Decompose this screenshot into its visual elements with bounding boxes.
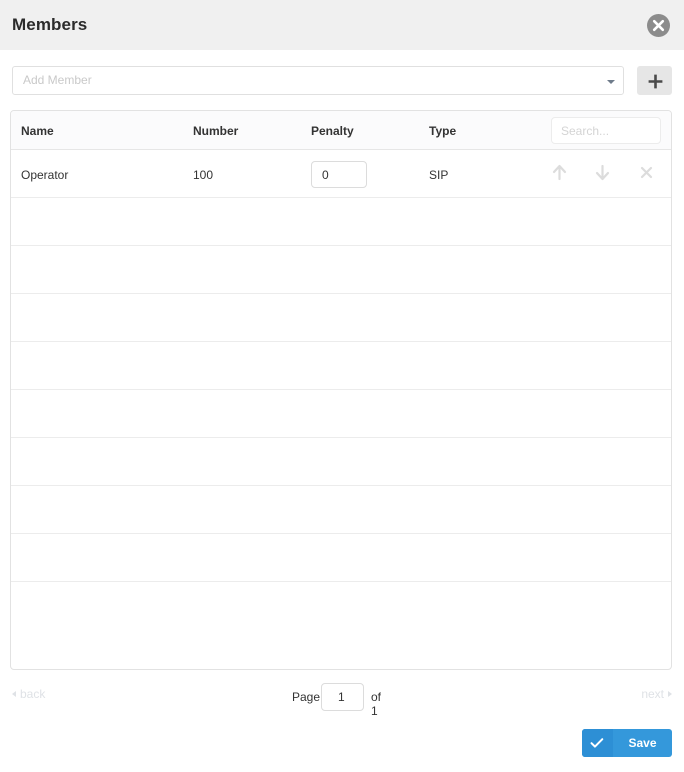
add-member-button[interactable] [637, 66, 672, 95]
column-header-name: Name [21, 124, 54, 138]
page-title: Members [12, 15, 88, 34]
close-icon[interactable] [647, 14, 670, 37]
search-placeholder: Search... [561, 124, 610, 138]
table-row-empty [11, 486, 671, 534]
add-member-placeholder: Add Member [23, 73, 92, 87]
column-header-number: Number [193, 124, 239, 138]
cell-type: SIP [429, 168, 449, 182]
chevron-down-icon [607, 80, 615, 84]
table-row-empty [11, 438, 671, 486]
arrow-down-icon[interactable] [595, 164, 610, 181]
add-member-select[interactable]: Add Member [12, 66, 624, 95]
members-dialog: Members Add Member Name Number Penalty T… [0, 0, 684, 772]
cell-name: Operator [21, 168, 69, 182]
table-row: Operator 100 0 SIP [11, 150, 671, 198]
table-row-empty [11, 198, 671, 246]
page-total-label: of 1 [371, 690, 382, 718]
arrow-up-icon[interactable] [552, 164, 567, 181]
dialog-titlebar: Members [0, 0, 684, 50]
delete-row-icon[interactable] [639, 164, 654, 181]
penalty-input[interactable]: 0 [311, 161, 367, 188]
check-icon [582, 729, 613, 757]
column-header-penalty: Penalty [311, 124, 354, 138]
triangle-right-icon [668, 691, 672, 697]
triangle-left-icon [12, 691, 16, 697]
table-row-empty [11, 534, 671, 582]
table-row-empty [11, 390, 671, 438]
back-label: back [20, 687, 46, 701]
add-member-row: Add Member [12, 66, 672, 95]
members-table: Name Number Penalty Type Search... Opera… [10, 110, 672, 670]
table-body: Operator 100 0 SIP [11, 150, 671, 630]
column-header-type: Type [429, 124, 457, 138]
table-row-empty [11, 342, 671, 390]
back-link[interactable]: back [12, 687, 45, 701]
save-label: Save [628, 736, 657, 750]
pagination: back Page 1 of 1 next [0, 680, 684, 718]
table-row-empty [11, 294, 671, 342]
penalty-value: 0 [322, 168, 329, 182]
page-number-input[interactable]: 1 [321, 683, 364, 711]
table-header-row: Name Number Penalty Type Search... [11, 111, 671, 150]
next-label: next [641, 687, 664, 701]
save-button[interactable]: Save [582, 729, 672, 757]
table-row-empty [11, 246, 671, 294]
plus-icon [648, 74, 663, 89]
page-number-value: 1 [338, 690, 345, 704]
cell-number: 100 [193, 168, 214, 182]
page-label: Page [292, 690, 321, 704]
next-link[interactable]: next [641, 687, 672, 701]
search-input[interactable]: Search... [551, 117, 661, 144]
table-row-empty [11, 582, 671, 630]
